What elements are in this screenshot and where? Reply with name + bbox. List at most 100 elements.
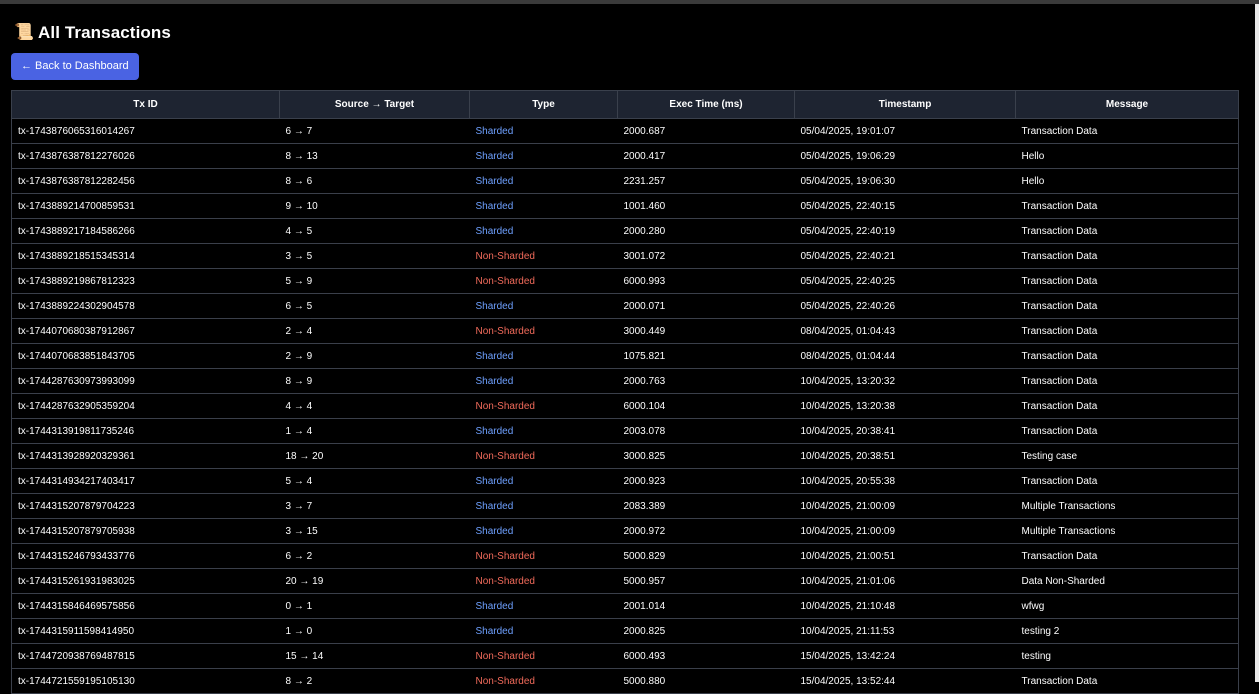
column-header-tx-id[interactable]: Tx ID <box>11 90 280 119</box>
timestamp-cell: 10/04/2025, 20:38:51 <box>794 443 1016 469</box>
exec-time-cell: 2000.923 <box>617 468 795 494</box>
tx-id-cell: tx-1744313919811735246 <box>11 418 280 444</box>
table-row[interactable]: tx-1744315246793433776 6 → 2 Non-Sharded 50… <box>11 543 1239 569</box>
exec-time-cell: 2231.257 <box>617 168 795 194</box>
tx-id-cell: tx-1743889218515345314 <box>11 243 280 269</box>
message-cell: Multiple Transactions <box>1015 493 1239 519</box>
table-row[interactable]: tx-1744287632905359204 4 → 4 Non-Sharded 60… <box>11 393 1239 419</box>
timestamp-cell: 08/04/2025, 01:04:44 <box>794 343 1016 369</box>
tx-id-cell: tx-1744315207879704223 <box>11 493 280 519</box>
table-row[interactable]: tx-1744315846469575856 0 → 1 Sharded 2001.0… <box>11 593 1239 619</box>
table-row[interactable]: tx-1744313919811735246 1 → 4 Sharded 2003.0… <box>11 418 1239 444</box>
timestamp-cell: 05/04/2025, 19:06:29 <box>794 143 1016 169</box>
message-cell: Transaction Data <box>1015 418 1239 444</box>
source-target-cell: 9 → 10 <box>279 193 470 219</box>
source-target-cell: 6 → 2 <box>279 543 470 569</box>
scroll-icon: 📜 <box>14 24 34 41</box>
source-target-cell: 2 → 9 <box>279 343 470 369</box>
type-cell: Sharded <box>469 293 618 319</box>
timestamp-cell: 05/04/2025, 22:40:21 <box>794 243 1016 269</box>
table-row[interactable]: tx-1744720938769487815 15 → 14 Non-Sharded… <box>11 643 1239 669</box>
source-target-cell: 20 → 19 <box>279 568 470 594</box>
table-row[interactable]: tx-1744315207879704223 3 → 7 Sharded 2083.3… <box>11 493 1239 519</box>
table-row[interactable]: tx-1744721559195105130 8 → 2 Non-Sharded 50… <box>11 668 1239 694</box>
message-cell: Hello <box>1015 143 1239 169</box>
page-header: 📜 All Transactions <box>11 18 1238 48</box>
table-row[interactable]: tx-1743889214700859531 9 → 10 Sharded 1001.… <box>11 193 1239 219</box>
table-row[interactable]: tx-1744070683851843705 2 → 9 Sharded 1075.8… <box>11 343 1239 369</box>
table-header-row: Tx ID Source → Target Type Exec Time (ms… <box>11 90 1239 119</box>
table-row[interactable]: tx-1743889217184586266 4 → 5 Sharded 2000.2… <box>11 218 1239 244</box>
source-target-cell: 6 → 5 <box>279 293 470 319</box>
table-row[interactable]: tx-1743876387812282456 8 → 6 Sharded 2231.2… <box>11 168 1239 194</box>
tx-id-cell: tx-1744314934217403417 <box>11 468 280 494</box>
back-to-dashboard-button[interactable]: ← Back to Dashboard <box>11 53 139 80</box>
transactions-table: Tx ID Source → Target Type Exec Time (ms… <box>11 90 1239 694</box>
column-header-exec-time[interactable]: Exec Time (ms) <box>617 90 795 119</box>
table-row[interactable]: tx-1744313928920329361 18 → 20 Non-Sharded… <box>11 443 1239 469</box>
table-row[interactable]: tx-1744315207879705938 3 → 15 Sharded 2000.… <box>11 518 1239 544</box>
timestamp-cell: 10/04/2025, 13:20:38 <box>794 393 1016 419</box>
source-target-cell: 0 → 1 <box>279 593 470 619</box>
source-target-cell: 4 → 5 <box>279 218 470 244</box>
exec-time-cell: 2000.763 <box>617 368 795 394</box>
type-cell: Sharded <box>469 218 618 244</box>
exec-time-cell: 3000.449 <box>617 318 795 344</box>
type-cell: Non-Sharded <box>469 393 618 419</box>
timestamp-cell: 05/04/2025, 22:40:25 <box>794 268 1016 294</box>
table-row[interactable]: tx-1744287630973993099 8 → 9 Sharded 2000.7… <box>11 368 1239 394</box>
type-cell: Sharded <box>469 518 618 544</box>
type-cell: Non-Sharded <box>469 243 618 269</box>
table-row[interactable]: tx-1743889218515345314 3 → 5 Non-Sharded 30… <box>11 243 1239 269</box>
message-cell: Transaction Data <box>1015 468 1239 494</box>
exec-time-cell: 1001.460 <box>617 193 795 219</box>
exec-time-cell: 2000.687 <box>617 118 795 144</box>
tx-id-cell: tx-1743876387812282456 <box>11 168 280 194</box>
type-cell: Non-Sharded <box>469 543 618 569</box>
table-row[interactable]: tx-1743889224302904578 6 → 5 Sharded 2000.0… <box>11 293 1239 319</box>
source-target-cell: 5 → 4 <box>279 468 470 494</box>
exec-time-cell: 5000.880 <box>617 668 795 694</box>
column-header-message[interactable]: Message <box>1015 90 1239 119</box>
source-target-cell: 6 → 7 <box>279 118 470 144</box>
table-row[interactable]: tx-1744070680387912867 2 → 4 Non-Sharded 30… <box>11 318 1239 344</box>
message-cell: Transaction Data <box>1015 218 1239 244</box>
exec-time-cell: 6000.104 <box>617 393 795 419</box>
type-cell: Non-Sharded <box>469 668 618 694</box>
message-cell: wfwg <box>1015 593 1239 619</box>
type-cell: Non-Sharded <box>469 268 618 294</box>
tx-id-cell: tx-1744315911598414950 <box>11 618 280 644</box>
tx-id-cell: tx-1744315846469575856 <box>11 593 280 619</box>
exec-time-cell: 6000.493 <box>617 643 795 669</box>
exec-time-cell: 2000.825 <box>617 618 795 644</box>
table-row[interactable]: tx-1744314934217403417 5 → 4 Sharded 2000.9… <box>11 468 1239 494</box>
exec-time-cell: 2001.014 <box>617 593 795 619</box>
message-cell: Transaction Data <box>1015 193 1239 219</box>
vertical-scrollbar[interactable] <box>1255 4 1259 682</box>
tx-id-cell: tx-1744315207879705938 <box>11 518 280 544</box>
message-cell: Transaction Data <box>1015 318 1239 344</box>
tx-id-cell: tx-1743876387812276026 <box>11 143 280 169</box>
table-row[interactable]: tx-1744315261931983025 20 → 19 Non-Sharded… <box>11 568 1239 594</box>
column-header-type[interactable]: Type <box>469 90 618 119</box>
column-header-source-target[interactable]: Source → Target <box>279 90 470 119</box>
table-row[interactable]: tx-1743889219867812323 5 → 9 Non-Sharded 60… <box>11 268 1239 294</box>
tx-id-cell: tx-1743889219867812323 <box>11 268 280 294</box>
column-header-timestamp[interactable]: Timestamp <box>794 90 1016 119</box>
table-row[interactable]: tx-1744315911598414950 1 → 0 Sharded 2000.8… <box>11 618 1239 644</box>
message-cell: Transaction Data <box>1015 368 1239 394</box>
timestamp-cell: 10/04/2025, 21:10:48 <box>794 593 1016 619</box>
exec-time-cell: 5000.957 <box>617 568 795 594</box>
table-row[interactable]: tx-1743876387812276026 8 → 13 Sharded 2000.… <box>11 143 1239 169</box>
exec-time-cell: 2003.078 <box>617 418 795 444</box>
message-cell: Transaction Data <box>1015 668 1239 694</box>
type-cell: Sharded <box>469 593 618 619</box>
tx-id-cell: tx-1743876065316014267 <box>11 118 280 144</box>
type-cell: Sharded <box>469 618 618 644</box>
exec-time-cell: 2000.071 <box>617 293 795 319</box>
timestamp-cell: 05/04/2025, 19:01:07 <box>794 118 1016 144</box>
source-target-cell: 8 → 13 <box>279 143 470 169</box>
table-row[interactable]: tx-1743876065316014267 6 → 7 Sharded 2000.6… <box>11 118 1239 144</box>
source-target-cell: 8 → 6 <box>279 168 470 194</box>
source-target-cell: 8 → 2 <box>279 668 470 694</box>
